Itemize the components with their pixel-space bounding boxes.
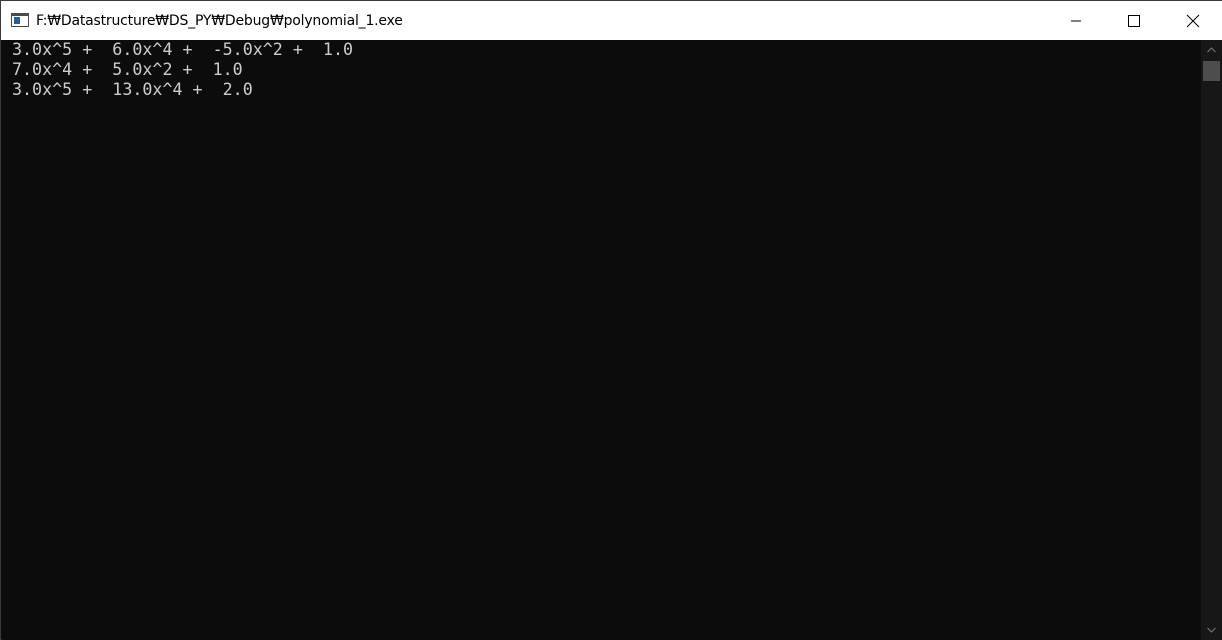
scroll-down-icon [1207,627,1216,633]
scroll-up-icon [1207,47,1216,53]
icon-bar [12,14,28,16]
window-title: F:₩Datastructure₩DS_PY₩Debug₩polynomial_… [36,13,403,29]
maximize-button[interactable] [1105,1,1163,40]
console-line: 3.0x^5 + 6.0x^4 + -5.0x^2 + 1.0 [12,40,354,60]
scroll-up-button[interactable] [1201,40,1222,60]
maximize-icon [1128,14,1140,27]
close-icon [1186,14,1200,27]
console-window: F:₩Datastructure₩DS_PY₩Debug₩polynomial_… [0,0,1222,640]
console-app-icon[interactable] [11,13,29,27]
console-line: 3.0x^5 + 13.0x^4 + 2.0 [12,80,253,100]
scroll-thumb[interactable] [1203,61,1220,81]
console-line: 7.0x^4 + 5.0x^2 + 1.0 [12,60,243,80]
title-bar[interactable]: F:₩Datastructure₩DS_PY₩Debug₩polynomial_… [1,1,1222,40]
close-button[interactable] [1164,1,1222,40]
minimize-icon [1071,20,1081,21]
console-output[interactable]: 3.0x^5 + 6.0x^4 + -5.0x^2 + 1.0 7.0x^4 +… [2,40,1201,640]
scroll-down-button[interactable] [1201,620,1222,640]
vertical-scrollbar[interactable] [1201,40,1222,640]
minimize-button[interactable] [1047,1,1105,40]
icon-inner [14,17,20,24]
